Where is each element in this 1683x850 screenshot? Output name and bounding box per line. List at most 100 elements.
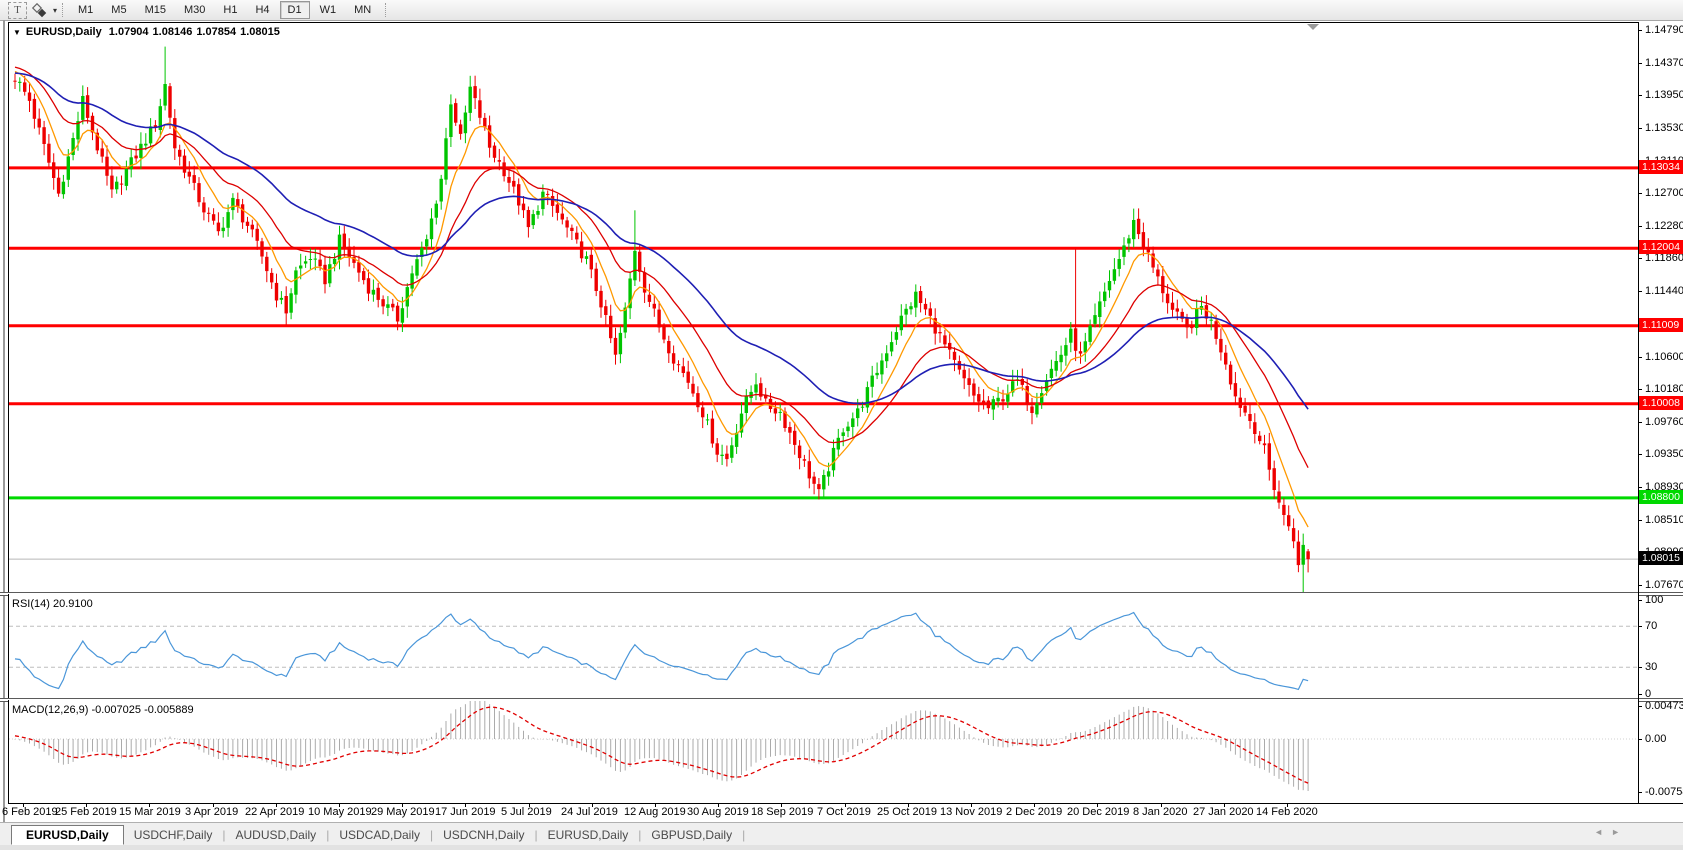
axis-tick [1638,258,1642,259]
level-price-label: 1.11009 [1639,318,1683,332]
axis-tick [1638,63,1642,64]
level-price-label: 1.12004 [1639,240,1683,254]
objects-dropdown-caret[interactable]: ▾ [53,6,57,15]
symbol-period: EURUSD,Daily [26,26,102,38]
price-tick-label: 1.07670 [1645,579,1683,592]
date-label: 14 Feb 2020 [1256,806,1318,818]
axis-tick [1638,422,1642,423]
toolbar-separator [385,3,387,17]
rsi-indicator-label: RSI(14) 20.9100 [12,598,93,610]
chart-shift-marker [1307,24,1319,30]
axis-tick [1638,389,1642,390]
price-tick-label: 1.12280 [1645,220,1683,233]
timeframe-button-d1[interactable]: D1 [280,1,310,19]
chart-left-border [3,20,5,845]
date-label: 2 Dec 2019 [1006,806,1062,818]
date-label: 30 Aug 2019 [687,806,749,818]
axis-tick [1638,30,1642,31]
macd-indicator-label: MACD(12,26,9) -0.007025 -0.005889 [12,704,194,716]
toolbar: T ▾ M1M5M15M30H1H4D1W1MN [0,0,1683,21]
price-tick-label: 1.14370 [1645,57,1683,70]
rsi-tick-label: 100 [1645,594,1683,607]
chart-tab-eurusd-5[interactable]: EURUSD,Daily [538,826,639,844]
date-label: 18 Sep 2019 [751,806,813,818]
quote-close: 1.08015 [240,26,280,38]
timeframe-button-h1[interactable]: H1 [215,1,245,19]
date-label: 17 Jun 2019 [435,806,496,818]
date-label: 27 Jan 2020 [1193,806,1254,818]
axis-tick [1638,128,1642,129]
price-tick-label: 1.12700 [1645,187,1683,200]
quote-low: 1.07854 [196,26,236,38]
timeframe-buttons: M1M5M15M30H1H4D1W1MN [69,1,380,19]
level-price-label: 1.13034 [1639,160,1683,174]
date-label: 22 Apr 2019 [245,806,304,818]
collapse-triangle-icon[interactable]: ▼ [13,28,21,37]
current-price-label: 1.08015 [1639,551,1683,565]
date-label: 10 May 2019 [308,806,372,818]
price-tick-label: 1.14790 [1645,24,1683,37]
axis-tick [1638,626,1642,627]
date-label: 24 Jul 2019 [561,806,618,818]
macd-indicator-pane[interactable] [8,700,1639,803]
price-chart-pane[interactable] [8,22,1639,593]
macd-tick-label: 0.004738 [1645,700,1683,713]
timeframe-button-m1[interactable]: M1 [70,1,101,19]
date-label: 15 Mar 2019 [119,806,181,818]
macd-tick-label: 0.00 [1645,733,1683,746]
chart-tab-usdcnh-4[interactable]: USDCNH,Daily [433,826,534,844]
toolbar-separator [62,3,64,17]
quote-high: 1.08146 [153,26,193,38]
timeframe-button-m5[interactable]: M5 [103,1,134,19]
axis-tick [1638,226,1642,227]
chart-tab-gbpusd-6[interactable]: GBPUSD,Daily [641,826,742,844]
price-tick-label: 1.10600 [1645,351,1683,364]
date-label: 20 Dec 2019 [1067,806,1129,818]
axis-tick [1638,792,1642,793]
tab-separator: | [742,828,745,842]
timeframe-button-mn[interactable]: MN [346,1,379,19]
axis-tick [1638,193,1642,194]
axis-tick [1638,357,1642,358]
arrow-objects-icon[interactable] [30,2,48,18]
timeframe-button-w1[interactable]: W1 [312,1,345,19]
chart-tab-usdchf-1[interactable]: USDCHF,Daily [124,826,223,844]
axis-tick [1638,291,1642,292]
date-label: 6 Feb 2019 [2,806,58,818]
date-label: 3 Apr 2019 [185,806,238,818]
axis-tick [1638,667,1642,668]
chart-tab-audusd-2[interactable]: AUDUSD,Daily [226,826,327,844]
chart-title: ▼ EURUSD,Daily 1.07904 1.081461.07854 1.080… [13,26,284,38]
timeframe-button-m15[interactable]: M15 [137,1,174,19]
quote-open: 1.07904 [109,26,149,38]
timeframe-button-h4[interactable]: H4 [247,1,277,19]
date-label: 25 Oct 2019 [877,806,937,818]
timeframe-button-m30[interactable]: M30 [176,1,213,19]
date-label: 8 Jan 2020 [1133,806,1187,818]
price-tick-label: 1.09350 [1645,448,1683,461]
axis-tick [1638,600,1642,601]
bottom-strip [0,845,1683,850]
date-label: 25 Feb 2019 [55,806,117,818]
level-price-label: 1.10008 [1639,396,1683,410]
rsi-indicator-pane[interactable] [8,594,1639,698]
tab-scroll-arrows[interactable]: ◄► [1594,827,1628,837]
axis-tick [1638,585,1642,586]
mt4-window: T ▾ M1M5M15M30H1H4D1W1MN ▼ EURUSD,Daily 1… [0,0,1683,850]
diamonds-icon [30,3,48,18]
rsi-tick-label: 70 [1645,620,1683,633]
level-price-label: 1.08800 [1639,490,1683,504]
date-label: 5 Jul 2019 [501,806,552,818]
price-tick-label: 1.09760 [1645,416,1683,429]
axis-tick [1638,95,1642,96]
chart-tab-eurusd-0[interactable]: EURUSD,Daily [11,825,124,845]
axis-tick [1638,739,1642,740]
axis-tick [1638,454,1642,455]
price-tick-label: 1.10180 [1645,383,1683,396]
date-label: 29 May 2019 [371,806,435,818]
axis-tick [1638,487,1642,488]
price-axis-line [1638,22,1639,803]
price-tick-label: 1.11440 [1645,285,1683,298]
chart-tab-usdcad-3[interactable]: USDCAD,Daily [329,826,430,844]
text-label-tool-icon[interactable]: T [8,2,27,19]
